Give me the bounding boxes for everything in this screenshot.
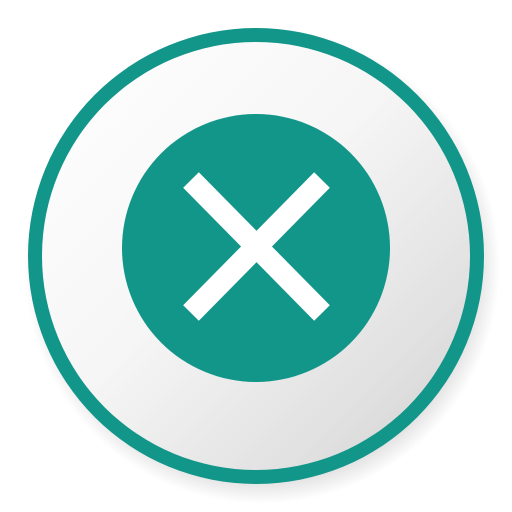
close-icon[interactable] [0, 0, 512, 512]
app-icon-canvas [0, 0, 512, 512]
